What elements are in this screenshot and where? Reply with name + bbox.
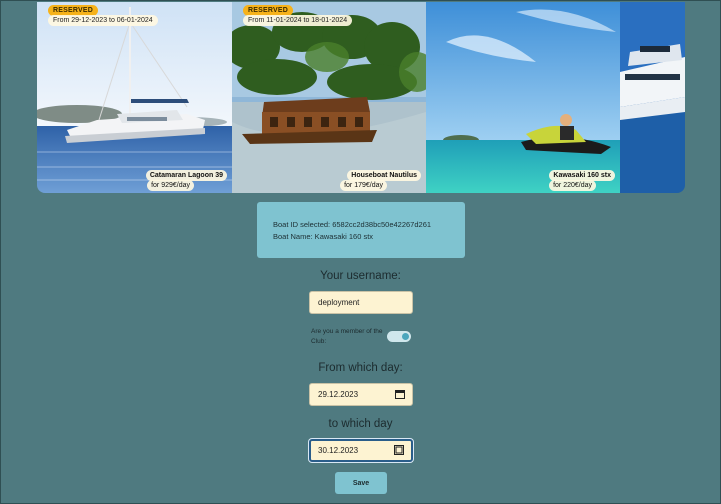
selected-boat-info: Boat ID selected: 6582cc2d38bc50e42267d2…	[257, 202, 465, 258]
calendar-icon[interactable]	[395, 389, 405, 399]
username-label: Your username:	[320, 270, 401, 282]
boat-card-houseboat[interactable]: RESERVED From 11-01-2024 to 18-01-2024 H…	[232, 2, 426, 193]
yacht-image	[620, 2, 685, 193]
toggle-knob	[402, 333, 409, 340]
houseboat-image	[232, 2, 426, 193]
to-date-label: to which day	[328, 418, 393, 430]
reservation-dates: From 11-01-2024 to 18-01-2024	[243, 15, 353, 26]
boat-carousel[interactable]: RESERVED From 29-12-2023 to 06-01-2024 C…	[37, 2, 685, 193]
reservation-dates: From 29-12-2023 to 06-01-2024	[48, 15, 158, 26]
boat-price: for 220€/day	[549, 180, 596, 191]
from-date-value: 29.12.2023	[318, 390, 359, 399]
jetski-image	[426, 2, 620, 193]
boat-price: for 179€/day	[340, 180, 387, 191]
selected-boat-id: Boat ID selected: 6582cc2d38bc50e42267d2…	[273, 220, 432, 229]
username-input[interactable]	[318, 298, 398, 307]
boat-card-yacht[interactable]	[620, 2, 685, 193]
calendar-icon[interactable]	[394, 445, 404, 455]
boat-card-catamaran[interactable]: RESERVED From 29-12-2023 to 06-01-2024 C…	[37, 2, 232, 193]
member-toggle[interactable]	[387, 331, 411, 342]
from-date-label: From which day:	[318, 362, 403, 374]
from-date-field[interactable]: 29.12.2023	[309, 383, 413, 406]
catamaran-image	[37, 2, 232, 193]
boat-card-jetski[interactable]: Kawasaki 160 stx for 220€/day	[426, 2, 620, 193]
member-label: Are you a member of the Club:	[311, 328, 383, 345]
username-field[interactable]	[309, 291, 413, 314]
save-button[interactable]: Save	[335, 472, 387, 494]
boat-price: for 929€/day	[147, 180, 194, 191]
to-date-value: 30.12.2023	[318, 446, 359, 455]
to-date-field[interactable]: 30.12.2023	[309, 439, 413, 462]
selected-boat-name: Boat Name: Kawasaki 160 stx	[273, 232, 374, 241]
